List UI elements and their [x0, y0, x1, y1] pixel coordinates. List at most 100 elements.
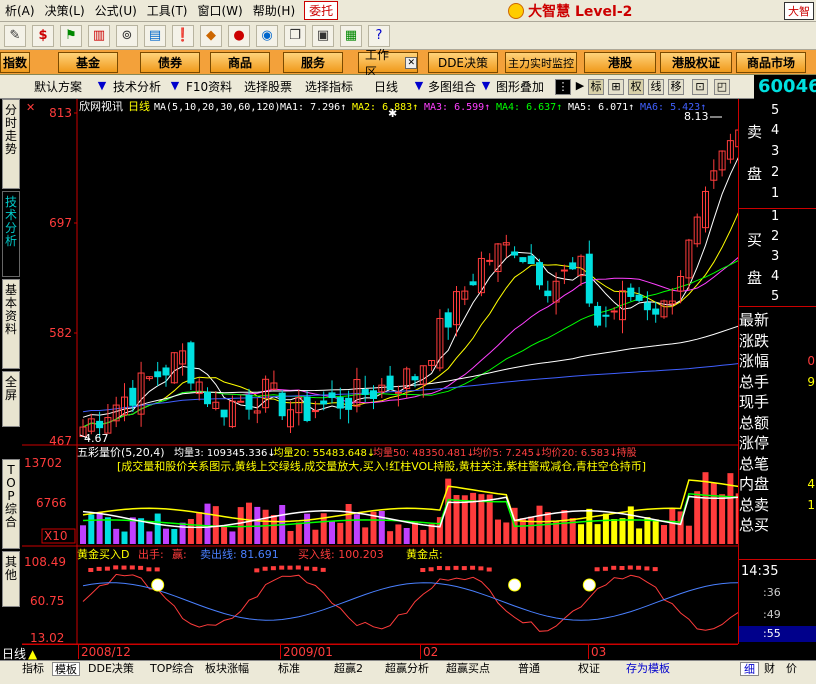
tab-tech-analysis[interactable]: 技术分析 — [2, 191, 20, 277]
candle-body — [370, 390, 377, 399]
tab-chaoying-buy[interactable]: 超赢买点 — [446, 662, 490, 676]
nav-fund[interactable]: 基金 — [58, 52, 118, 73]
indicator-bar — [104, 566, 110, 571]
expand-icon[interactable]: ◰ — [714, 79, 730, 95]
dropdown-icon[interactable]: ▼ — [94, 79, 110, 95]
volume-bar — [420, 529, 427, 544]
nav-service[interactable]: 服务 — [283, 52, 343, 73]
tab-finance[interactable]: 财 — [764, 662, 775, 676]
indicator-bar — [312, 566, 318, 571]
indicator-out: 出手: — [138, 547, 164, 561]
tab-fullscreen[interactable]: 全屏 — [2, 371, 20, 427]
pencil-icon[interactable]: ✎ — [4, 24, 26, 47]
nav-workspace[interactable]: 工作区 ✕ — [358, 48, 418, 79]
tab-price[interactable]: 价 — [786, 662, 797, 676]
tab-intraday[interactable]: 分时走势 — [2, 99, 20, 189]
menu-tools[interactable]: 工具(T) — [142, 2, 193, 19]
corner-button[interactable]: 大智 — [784, 2, 814, 20]
tab-indicator[interactable]: 指标 — [22, 662, 44, 676]
select-stock[interactable]: 选择股票 — [244, 78, 292, 96]
chart-close-icon[interactable]: ✕ — [26, 101, 35, 114]
tab-chaoying-analysis[interactable]: 超赢分析 — [385, 662, 429, 676]
tech-analysis[interactable]: 技术分析 — [113, 78, 161, 96]
menu-formula[interactable]: 公式(U) — [90, 2, 142, 19]
menu-decision[interactable]: 决策(L) — [40, 2, 90, 19]
menu-help[interactable]: 帮助(H) — [248, 2, 300, 19]
help-icon[interactable]: ? — [368, 24, 390, 47]
menu-analysis[interactable]: 析(A) — [0, 2, 40, 19]
price-label-582: 582 — [49, 326, 72, 340]
book-icon[interactable]: ▤ — [144, 24, 166, 47]
crosshair-icon[interactable]: ⊞ — [608, 79, 624, 95]
tab-warrant[interactable]: 权证 — [578, 662, 600, 676]
ma-label: MA(5,10,20,30,60,120) — [154, 102, 280, 113]
volume-bar — [495, 519, 501, 544]
overlay-chart[interactable]: 图形叠加 — [496, 78, 544, 96]
flag-icon[interactable]: ⚑ — [60, 24, 82, 47]
f10-data[interactable]: F10资料 — [186, 78, 232, 96]
multi-chart[interactable]: 多图组合 — [428, 78, 476, 96]
indicator-bar — [652, 567, 658, 572]
nav-commodity-market[interactable]: 商品市场 — [736, 52, 806, 73]
tick-selected[interactable]: :55 — [739, 626, 816, 642]
dropdown-icon[interactable]: ▼ — [411, 79, 427, 95]
tab-sector-rise[interactable]: 板块涨幅 — [205, 662, 249, 676]
dropdown-icon[interactable]: ▼ — [167, 79, 183, 95]
menu-window[interactable]: 窗口(W) — [193, 2, 248, 19]
quote-field-label: 总笔 — [739, 454, 770, 473]
nav-index[interactable]: 指数 — [0, 52, 30, 73]
workspace-close-icon[interactable]: ✕ — [405, 56, 417, 69]
tab-standard[interactable]: 标准 — [278, 662, 300, 676]
dropdown-icon[interactable]: ▼ — [478, 79, 494, 95]
chart-area[interactable]: ✕ 欣网视讯 日线 MA(5,10,20,30,60,120) MA1: 7.2… — [22, 99, 738, 644]
binoculars-icon[interactable]: ⊚ — [116, 24, 138, 47]
chat-icon[interactable]: ● — [228, 24, 250, 47]
nav-hk[interactable]: 港股 — [584, 52, 656, 73]
nav-bond[interactable]: 债券 — [140, 52, 200, 73]
nav-dde[interactable]: DDE决策 — [428, 52, 498, 73]
volume-bar — [345, 503, 352, 544]
window-icon[interactable]: ▣ — [312, 24, 334, 47]
period-daily[interactable]: 日线 — [374, 78, 398, 96]
books-icon[interactable]: ▦ — [340, 24, 362, 47]
dollar-icon[interactable]: $ — [32, 24, 54, 47]
tab-dde[interactable]: DDE决策 — [88, 662, 134, 676]
play-icon[interactable]: ▶ — [572, 79, 588, 95]
chart-icon[interactable]: ▥ — [88, 24, 110, 47]
default-scheme[interactable]: 默认方案 — [34, 78, 82, 96]
indicator-bar — [453, 565, 459, 570]
candle-body — [560, 269, 568, 272]
toggle-move[interactable]: 移 — [668, 79, 684, 95]
tab-chaoying2[interactable]: 超赢2 — [334, 662, 363, 676]
globe-icon[interactable]: ◉ — [256, 24, 278, 47]
menu-trade[interactable]: 委托 — [304, 1, 339, 20]
toggle-line[interactable]: 线 — [648, 79, 664, 95]
quote-field-label: 涨幅 — [739, 352, 770, 370]
indicator-bar — [295, 565, 301, 570]
info-icon[interactable]: ❗ — [172, 24, 194, 47]
candle-body — [361, 389, 369, 395]
tab-template[interactable]: 模板 — [52, 662, 80, 676]
tab-save-template[interactable]: 存为模板 — [626, 662, 670, 676]
indicator-bar — [96, 566, 102, 571]
period-tab[interactable]: 日线 ▲ — [0, 645, 56, 661]
tab-top[interactable]: TOP综合 — [2, 459, 20, 549]
smiley-icon — [582, 578, 596, 592]
nav-commodity[interactable]: 商品 — [210, 52, 270, 73]
panel-icon[interactable]: ⊡ — [692, 79, 708, 95]
tab-detail[interactable]: 细 — [740, 662, 759, 676]
quote-field-row: 总手 9 — [739, 372, 816, 393]
select-indicator[interactable]: 选择指标 — [305, 78, 353, 96]
nav-hk-warrant[interactable]: 港股权证 — [660, 52, 732, 73]
tab-fundamentals[interactable]: 基本资料 — [2, 279, 20, 369]
scroll-handle[interactable]: ⋮ — [555, 79, 571, 95]
tab-normal[interactable]: 普通 — [518, 662, 540, 676]
tab-other[interactable]: 其他 — [2, 551, 20, 607]
diamond-icon[interactable]: ◆ — [200, 24, 222, 47]
toggle-mark[interactable]: 标 — [588, 79, 604, 95]
tab-top-composite[interactable]: TOP综合 — [150, 662, 194, 676]
nav-monitor[interactable]: 主力实时监控 — [505, 52, 577, 73]
toggle-rights[interactable]: 权 — [628, 79, 644, 95]
tick-time: :49 — [763, 608, 781, 621]
copy-icon[interactable]: ❐ — [284, 24, 306, 47]
